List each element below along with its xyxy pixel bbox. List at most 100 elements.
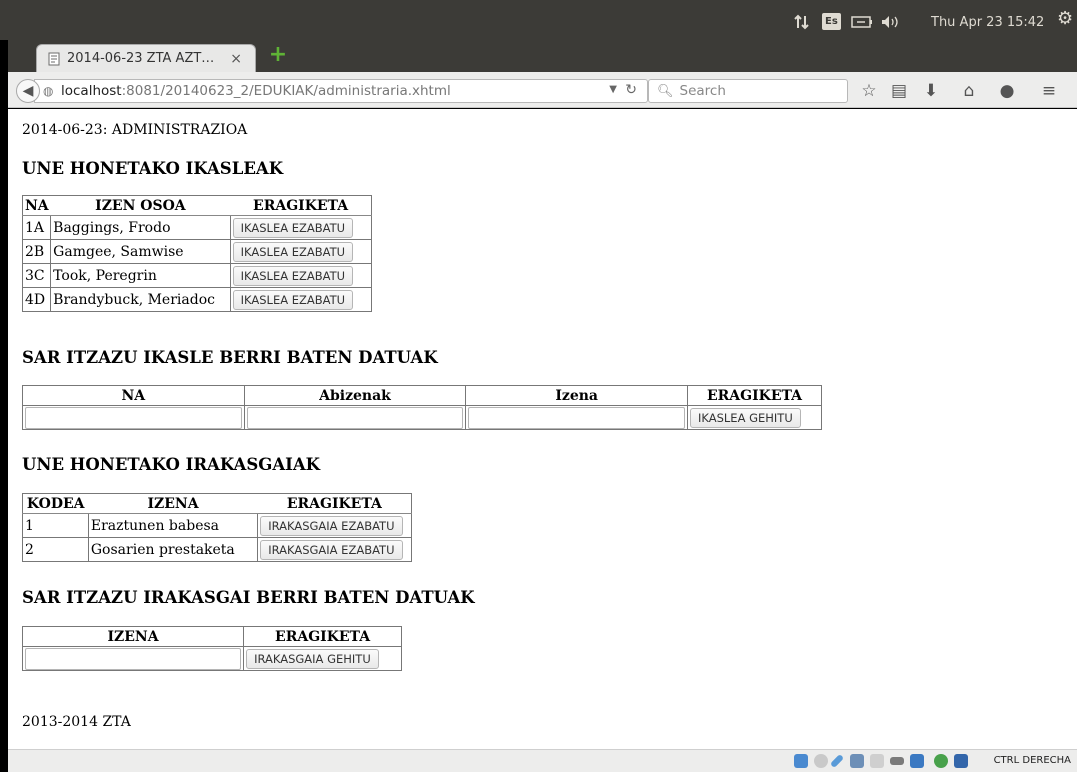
na-input[interactable] [25,406,242,429]
new-student-heading: SAR ITZAZU IKASLE BERRI BATEN DATUAK [22,348,438,367]
surnames-input[interactable] [246,406,464,429]
students-table: NA IZEN OSOA ERAGIKETA 1A Baggings, Frod… [21,195,373,312]
col-full-name: IZEN OSOA [50,195,231,216]
optical-drive-icon[interactable] [814,754,828,768]
clock[interactable]: Thu Apr 23 15:42 [931,15,1044,30]
capture-icon[interactable] [910,754,924,768]
add-subject-button[interactable]: IRAKASGAIA GEHITU [246,648,379,669]
student-action-cell: IKASLEA EZABATU [229,239,373,264]
download-arrow-icon[interactable]: ⬇ [920,80,942,102]
student-action-cell: IKASLEA EZABATU [229,215,373,240]
col-surnames: Abizenak [243,385,467,406]
new-subject-table: IZENA ERAGIKETA IRAKASGAIA GEHITU [21,626,402,671]
page-header: 2014-06-23: ADMINISTRAZIOA [22,122,248,138]
col-operation: ERAGIKETA [687,385,822,406]
student-name: Gamgee, Samwise [50,239,231,264]
student-name: Brandybuck, Meriadoc [50,287,231,312]
delete-student-button[interactable]: IKASLEA EZABATU [232,241,354,262]
battery-icon[interactable] [851,14,873,30]
disk-icon[interactable] [794,754,808,768]
url-bar[interactable]: ◍ localhost:8081/20140623_2/EDUKIAK/admi… [34,79,648,103]
subjects-heading: UNE HONETAKO IRAKASGAIAK [22,455,320,474]
network-adapter-icon[interactable] [850,754,864,768]
network-arrows-icon[interactable] [794,14,810,30]
col-na: NA [21,195,51,216]
students-header-row: NA IZEN OSOA ERAGIKETA [21,195,373,216]
bookmark-star-icon[interactable]: ☆ [858,80,880,102]
table-row: 2 Gosarien prestaketa IRAKASGAIA EZABATU [22,537,412,562]
student-na: 4D [21,287,52,312]
search-placeholder: Search [679,83,726,99]
table-row: 4D Brandybuck, Meriadoc IKASLEA EZABATU [21,287,373,312]
subject-code: 2 [22,537,89,562]
first-name-cell [465,405,688,430]
back-arrow-icon[interactable]: ◀ [16,79,40,103]
col-subject-name: IZENA [21,626,245,647]
bookmarks-list-icon[interactable]: ▤ [888,80,910,102]
pen-icon[interactable] [829,753,845,769]
subject-name-cell [21,646,245,671]
url-text: localhost:8081/20140623_2/EDUKIAK/admini… [61,83,451,99]
delete-student-button[interactable]: IKASLEA EZABATU [232,217,354,238]
new-subject-input-row: IRAKASGAIA GEHITU [21,646,402,671]
keyboard-layout-indicator[interactable]: Es [822,13,841,30]
students-heading: UNE HONETAKO IKASLEAK [22,159,284,178]
os-top-panel: Es Thu Apr 23 15:42 ⚙ [0,0,1077,40]
new-tab-plus-icon[interactable]: + [268,44,288,66]
globe-icon[interactable]: ◍ [43,84,57,98]
student-name: Baggings, Frodo [50,215,231,240]
student-na: 2B [21,239,52,264]
new-student-input-row: IKASLEA GEHITU [22,405,822,430]
delete-subject-button[interactable]: IRAKASGAIA EZABATU [260,515,403,536]
url-path: :8081/20140623_2/EDUKIAK/administraria.x… [121,83,451,99]
table-row: 3C Took, Peregrin IKASLEA EZABATU [21,263,373,288]
col-first-name: Izena [465,385,688,406]
new-student-header-row: NA Abizenak Izena ERAGIKETA [22,385,822,406]
first-name-input[interactable] [468,406,685,429]
col-subject-name: IZENA [88,493,258,514]
subject-name-input[interactable] [25,647,242,670]
new-subject-header-row: IZENA ERAGIKETA [21,626,402,647]
navigation-bar: ◍ localhost:8081/20140623_2/EDUKIAK/admi… [8,72,1077,108]
delete-subject-button[interactable]: IRAKASGAIA EZABATU [260,539,403,560]
na-cell [22,405,245,430]
download-icon[interactable] [954,754,968,768]
student-na: 3C [21,263,52,288]
shared-folder-icon[interactable] [870,754,884,768]
usb-icon[interactable] [934,754,948,768]
volume-icon[interactable] [881,14,905,30]
page-footer: 2013-2014 ZTA [22,714,131,730]
col-na: NA [22,385,245,406]
menu-hamburger-icon[interactable]: ≡ [1038,80,1060,102]
add-student-button[interactable]: IKASLEA GEHITU [690,407,801,428]
tab-close-icon[interactable]: × [230,51,242,67]
table-row: 1A Baggings, Frodo IKASLEA EZABATU [21,215,373,240]
add-student-cell: IKASLEA GEHITU [687,405,822,430]
subject-name: Eraztunen babesa [87,513,259,538]
browser-tab[interactable]: 2014-06-23 ZTA AZT… × [36,44,256,72]
surnames-cell [243,405,467,430]
student-action-cell: IKASLEA EZABATU [229,287,373,312]
search-icon: 🔍︎ [657,83,674,99]
col-code: KODEA [22,493,89,514]
display-icon[interactable] [890,757,904,765]
new-subject-heading: SAR ITZAZU IRAKASGAI BERRI BATEN DATUAK [22,588,475,607]
table-row: 2B Gamgee, Samwise IKASLEA EZABATU [21,239,373,264]
delete-student-button[interactable]: IKASLEA EZABATU [232,289,354,310]
col-operation: ERAGIKETA [243,626,402,647]
chat-icon[interactable]: ● [996,80,1018,102]
add-subject-cell: IRAKASGAIA GEHITU [243,646,402,671]
subjects-table: KODEA IZENA ERAGIKETA 1 Eraztunen babesa… [22,493,412,562]
reload-icon[interactable]: ↻ [625,82,637,98]
delete-student-button[interactable]: IKASLEA EZABATU [232,265,354,286]
subject-name: Gosarien prestaketa [87,537,259,562]
table-row: 1 Eraztunen babesa IRAKASGAIA EZABATU [22,513,412,538]
settings-gear-icon[interactable]: ⚙ [1057,8,1073,29]
home-icon[interactable]: ⌂ [958,80,980,102]
subjects-header-row: KODEA IZENA ERAGIKETA [22,493,412,514]
search-input[interactable]: 🔍︎ Search [648,79,848,103]
vm-status-bar: CTRL DERECHA [8,749,1077,772]
url-dropdown-icon[interactable]: ▼ [609,84,617,95]
subject-action-cell: IRAKASGAIA EZABATU [257,537,412,562]
student-name: Took, Peregrin [50,263,231,288]
